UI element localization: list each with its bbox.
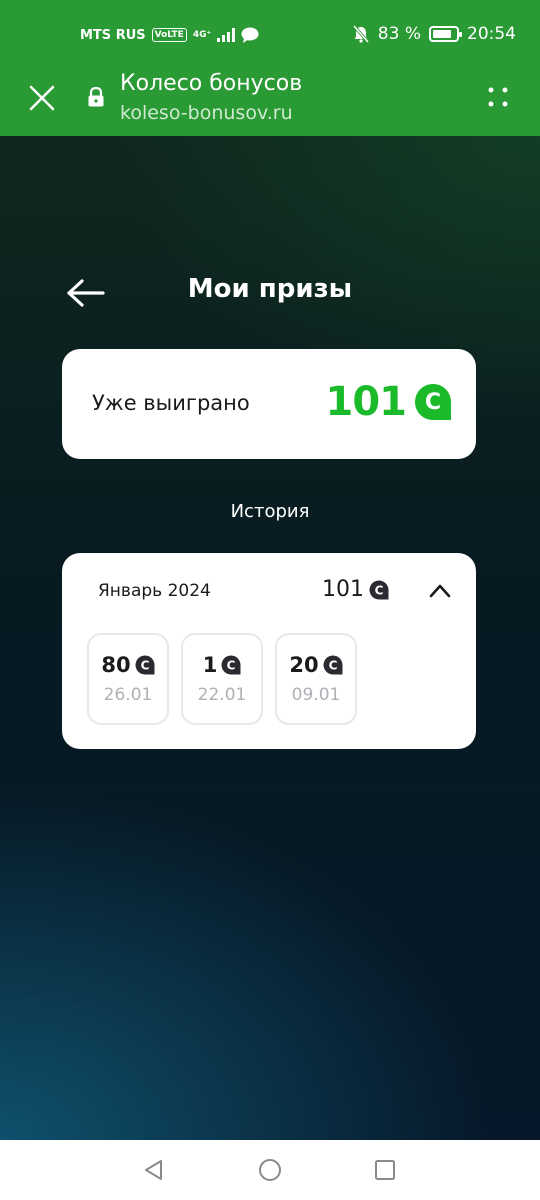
history-month-label: Январь 2024 bbox=[98, 581, 211, 601]
status-left: MTS RUS VoLTE 4G⁺ bbox=[80, 24, 259, 46]
prize-amount: 1 bbox=[202, 653, 218, 677]
history-month-card: Январь 2024 101 С 80 С 26.01 1 С 22.01 2… bbox=[62, 553, 476, 749]
status-bar: MTS RUS VoLTE 4G⁺ 83 % 20:54 bbox=[0, 0, 540, 70]
bonus-coin-icon: С bbox=[135, 655, 155, 675]
clock: 20:54 bbox=[467, 24, 516, 44]
svg-text:С: С bbox=[227, 659, 236, 673]
prize-value: 20 С bbox=[289, 653, 343, 677]
battery-icon bbox=[429, 26, 462, 42]
total-won-value: 101 С bbox=[326, 379, 453, 425]
volte-badge: VoLTE bbox=[151, 28, 187, 42]
svg-text:С: С bbox=[328, 659, 337, 673]
prize-item: 80 С 26.01 bbox=[87, 633, 169, 725]
carrier-name: MTS RUS bbox=[80, 27, 146, 43]
prize-date: 26.01 bbox=[103, 685, 153, 705]
nav-recent-apps-icon[interactable] bbox=[374, 1159, 396, 1181]
prize-item: 1 С 22.01 bbox=[181, 633, 263, 725]
coin-letter: С bbox=[425, 390, 441, 415]
prize-date: 22.01 bbox=[197, 685, 247, 705]
system-nav-bar bbox=[0, 1140, 540, 1200]
menu-dots-icon[interactable] bbox=[486, 85, 510, 109]
total-won-label: Уже выиграно bbox=[92, 391, 250, 415]
lock-icon bbox=[88, 86, 104, 107]
chat-bubble-icon bbox=[241, 27, 259, 43]
prize-amount: 80 bbox=[101, 653, 131, 677]
month-total-amount: 101 bbox=[322, 577, 364, 602]
status-right: 83 % 20:54 bbox=[352, 22, 516, 46]
page-content: Мои призы Уже выиграно 101 С История Янв… bbox=[0, 136, 540, 1140]
svg-text:С: С bbox=[375, 583, 384, 597]
nav-home-icon[interactable] bbox=[258, 1158, 282, 1182]
chevron-up-icon[interactable] bbox=[428, 581, 452, 599]
total-won-card: Уже выиграно 101 С bbox=[62, 349, 476, 459]
prize-date: 09.01 bbox=[291, 685, 341, 705]
prize-item: 20 С 09.01 bbox=[275, 633, 357, 725]
battery-percent: 83 % bbox=[377, 24, 421, 44]
page-title: Мои призы bbox=[187, 274, 353, 304]
battery-fill bbox=[433, 30, 452, 38]
history-heading: История bbox=[230, 501, 310, 522]
bonus-coin-icon: С bbox=[221, 655, 241, 675]
svg-text:С: С bbox=[140, 659, 149, 673]
total-won-amount: 101 bbox=[325, 379, 407, 425]
history-month-total: 101 С bbox=[322, 577, 389, 602]
network-type: 4G⁺ bbox=[192, 30, 212, 40]
prize-value: 1 С bbox=[203, 653, 242, 677]
browser-toolbar: Колесо бонусов koleso-bonusov.ru bbox=[0, 70, 540, 136]
prize-amount: 20 bbox=[289, 653, 319, 677]
nav-back-icon[interactable] bbox=[142, 1158, 166, 1182]
bell-muted-icon bbox=[352, 25, 369, 43]
bonus-coin-icon: С bbox=[369, 580, 389, 599]
bonus-coin-icon: С bbox=[415, 384, 451, 420]
prize-list: 80 С 26.01 1 С 22.01 20 С 09.01 bbox=[87, 633, 357, 725]
prize-value: 80 С bbox=[101, 653, 155, 677]
page-tab-title: Колесо бонусов bbox=[120, 71, 303, 96]
bonus-coin-icon: С bbox=[323, 655, 343, 675]
url-display[interactable]: koleso-bonusov.ru bbox=[120, 101, 293, 125]
close-icon[interactable] bbox=[28, 84, 56, 112]
signal-icon bbox=[217, 28, 236, 42]
